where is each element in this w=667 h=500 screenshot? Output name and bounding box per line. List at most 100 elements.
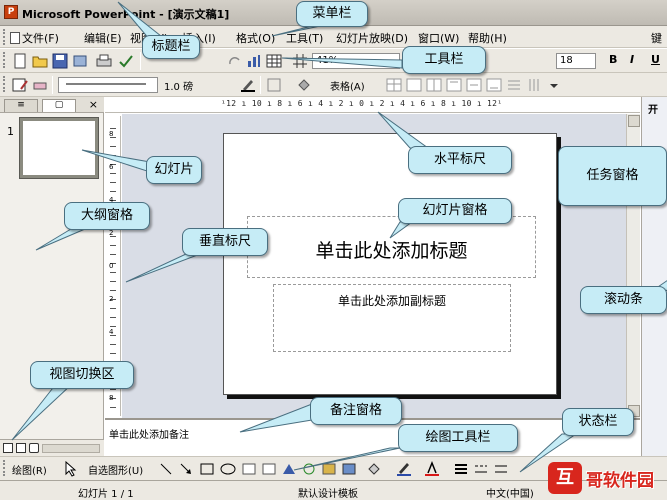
callout-toolbar: 工具栏 [402,46,486,74]
vertical-ruler-label: 0 [109,262,114,270]
autoshapes-menu-button[interactable]: 自选图形(U) [88,462,143,477]
title-placeholder-text: 单击此处添加标题 [315,240,468,262]
menu-grip-handle[interactable] [3,29,6,45]
line-style-icon[interactable] [454,463,468,475]
callout-slide-pane: 幻灯片窗格 [398,198,512,224]
underline-button[interactable]: U [651,53,660,66]
slide-thumbnail[interactable] [19,117,99,179]
status-slide-position: 幻灯片 1 / 1 [78,489,134,500]
draw-table-icon[interactable] [12,77,28,93]
bold-button[interactable]: B [609,53,617,66]
slideshow-view-icon[interactable] [29,443,39,453]
show-grid-icon[interactable] [292,53,308,69]
document-icon [10,32,20,44]
tab-outline[interactable]: ≡ [4,99,38,112]
line-color-icon[interactable] [396,461,412,477]
menu-tools[interactable]: 工具(T) [286,30,323,46]
insert-table-icon[interactable] [266,53,282,69]
left-pane-scrollbar[interactable] [42,444,100,453]
tab-slides[interactable]: ▢ [42,99,76,112]
vertical-ruler-label: 2 [109,229,114,237]
merge-cells-icon[interactable] [406,77,422,93]
insert-table-small-icon[interactable] [386,77,402,93]
dash-style-icon[interactable] [474,463,488,475]
fill-color-bucket-icon[interactable] [366,461,382,477]
toolbar-grip-handle[interactable] [3,76,6,92]
insert-picture-icon[interactable] [342,463,356,475]
align-top-icon[interactable] [446,77,462,93]
split-cells-icon[interactable] [426,77,442,93]
font-color-icon[interactable] [424,461,440,477]
menu-window[interactable]: 窗口(W) [418,30,459,46]
toolbar-grip-handle[interactable] [3,460,6,476]
pane-tabs: ≡ ▢ × [0,97,104,113]
title-placeholder[interactable]: 单击此处添加标题 [247,216,536,278]
new-file-icon[interactable] [12,53,28,69]
border-color-icon[interactable] [240,77,256,93]
callout-task-pane: 任务窗格 [558,146,667,206]
toolbar-grip-handle[interactable] [3,52,6,68]
menu-slideshow[interactable]: 幻灯片放映(D) [336,30,408,46]
save-icon[interactable] [52,53,68,69]
callout-outline-pane: 大纲窗格 [64,202,150,230]
permission-icon[interactable] [72,53,88,69]
subtitle-placeholder[interactable]: 单击此处添加副标题 [273,284,511,352]
subtitle-placeholder-text: 单击此处添加副标题 [337,294,446,308]
distribute-rows-icon[interactable] [506,77,522,93]
vertical-ruler-label: 8 [109,130,114,138]
line-tool-icon[interactable] [160,463,172,475]
insert-chart-icon[interactable] [246,53,262,69]
normal-view-icon[interactable] [3,443,13,453]
scroll-up-button[interactable] [628,115,640,127]
toolbar-options-icon[interactable] [546,77,562,93]
slide-sorter-view-icon[interactable] [16,443,26,453]
rectangle-tool-icon[interactable] [200,463,214,475]
line-weight-dropdown[interactable]: 1.0 磅 [164,78,193,93]
print-icon[interactable] [96,53,112,69]
clip-art-icon[interactable] [322,463,336,475]
italic-button[interactable]: I [630,53,634,66]
close-pane-icon[interactable]: × [89,98,98,111]
horizontal-ruler-scale: ¹12 ı 10 ı 8 ı 6 ı 4 ı 2 ı 0 ı 2 ı 4 ı 6… [221,99,503,108]
menu-file[interactable]: 文件(F) [10,30,59,46]
border-style-dropdown[interactable] [58,77,158,93]
menu-edit[interactable]: 编辑(E) [84,30,122,46]
arrow-tool-icon[interactable] [180,463,192,475]
align-center-icon[interactable] [466,77,482,93]
redo-icon[interactable] [226,53,242,69]
open-folder-icon[interactable] [32,53,48,69]
callout-title-bar: 标题栏 [142,35,200,59]
zoom-dropdown[interactable]: 41% [312,53,400,69]
menu-help[interactable]: 帮助(H) [468,30,507,46]
outside-borders-icon[interactable] [266,77,282,93]
slide-thumbnail-number: 1 [7,125,14,138]
vertical-ruler-label: 2 [109,295,114,303]
textbox-tool-icon[interactable] [242,463,256,475]
draw-menu-button[interactable]: 绘图(R) [12,462,47,477]
table-menu-button[interactable]: 表格(A) [330,78,365,93]
callout-status-bar: 状态栏 [562,408,634,436]
callout-menu-bar: 菜单栏 [296,1,368,27]
font-size-dropdown[interactable]: 18 [556,53,596,69]
spelling-icon[interactable] [118,53,134,69]
notes-placeholder: 单击此处添加备注 [109,430,189,441]
menu-format[interactable]: 格式(O) [236,30,275,46]
select-pointer-icon[interactable] [64,461,78,477]
arrow-style-icon[interactable] [494,463,508,475]
align-bottom-icon[interactable] [486,77,502,93]
diagram-icon[interactable] [302,463,316,475]
oval-tool-icon[interactable] [220,463,236,475]
callout-horizontal-ruler: 水平标尺 [408,146,512,174]
help-question-box[interactable]: 键 [651,30,662,46]
watermark-text: 哥软件园 [586,471,654,491]
vertical-textbox-icon[interactable] [262,463,276,475]
wordart-icon[interactable] [282,463,296,475]
fill-color-icon[interactable] [296,77,312,93]
task-pane-heading: 开 [648,105,658,116]
site-watermark: 互 哥软件园 [548,458,664,498]
powerpoint-app-icon[interactable]: P [4,5,18,19]
callout-notes-pane: 备注窗格 [310,397,402,425]
eraser-icon[interactable] [32,77,48,93]
distribute-columns-icon[interactable] [526,77,542,93]
horizontal-ruler[interactable]: ¹12 ı 10 ı 8 ı 6 ı 4 ı 2 ı 0 ı 2 ı 4 ı 6… [105,98,640,113]
